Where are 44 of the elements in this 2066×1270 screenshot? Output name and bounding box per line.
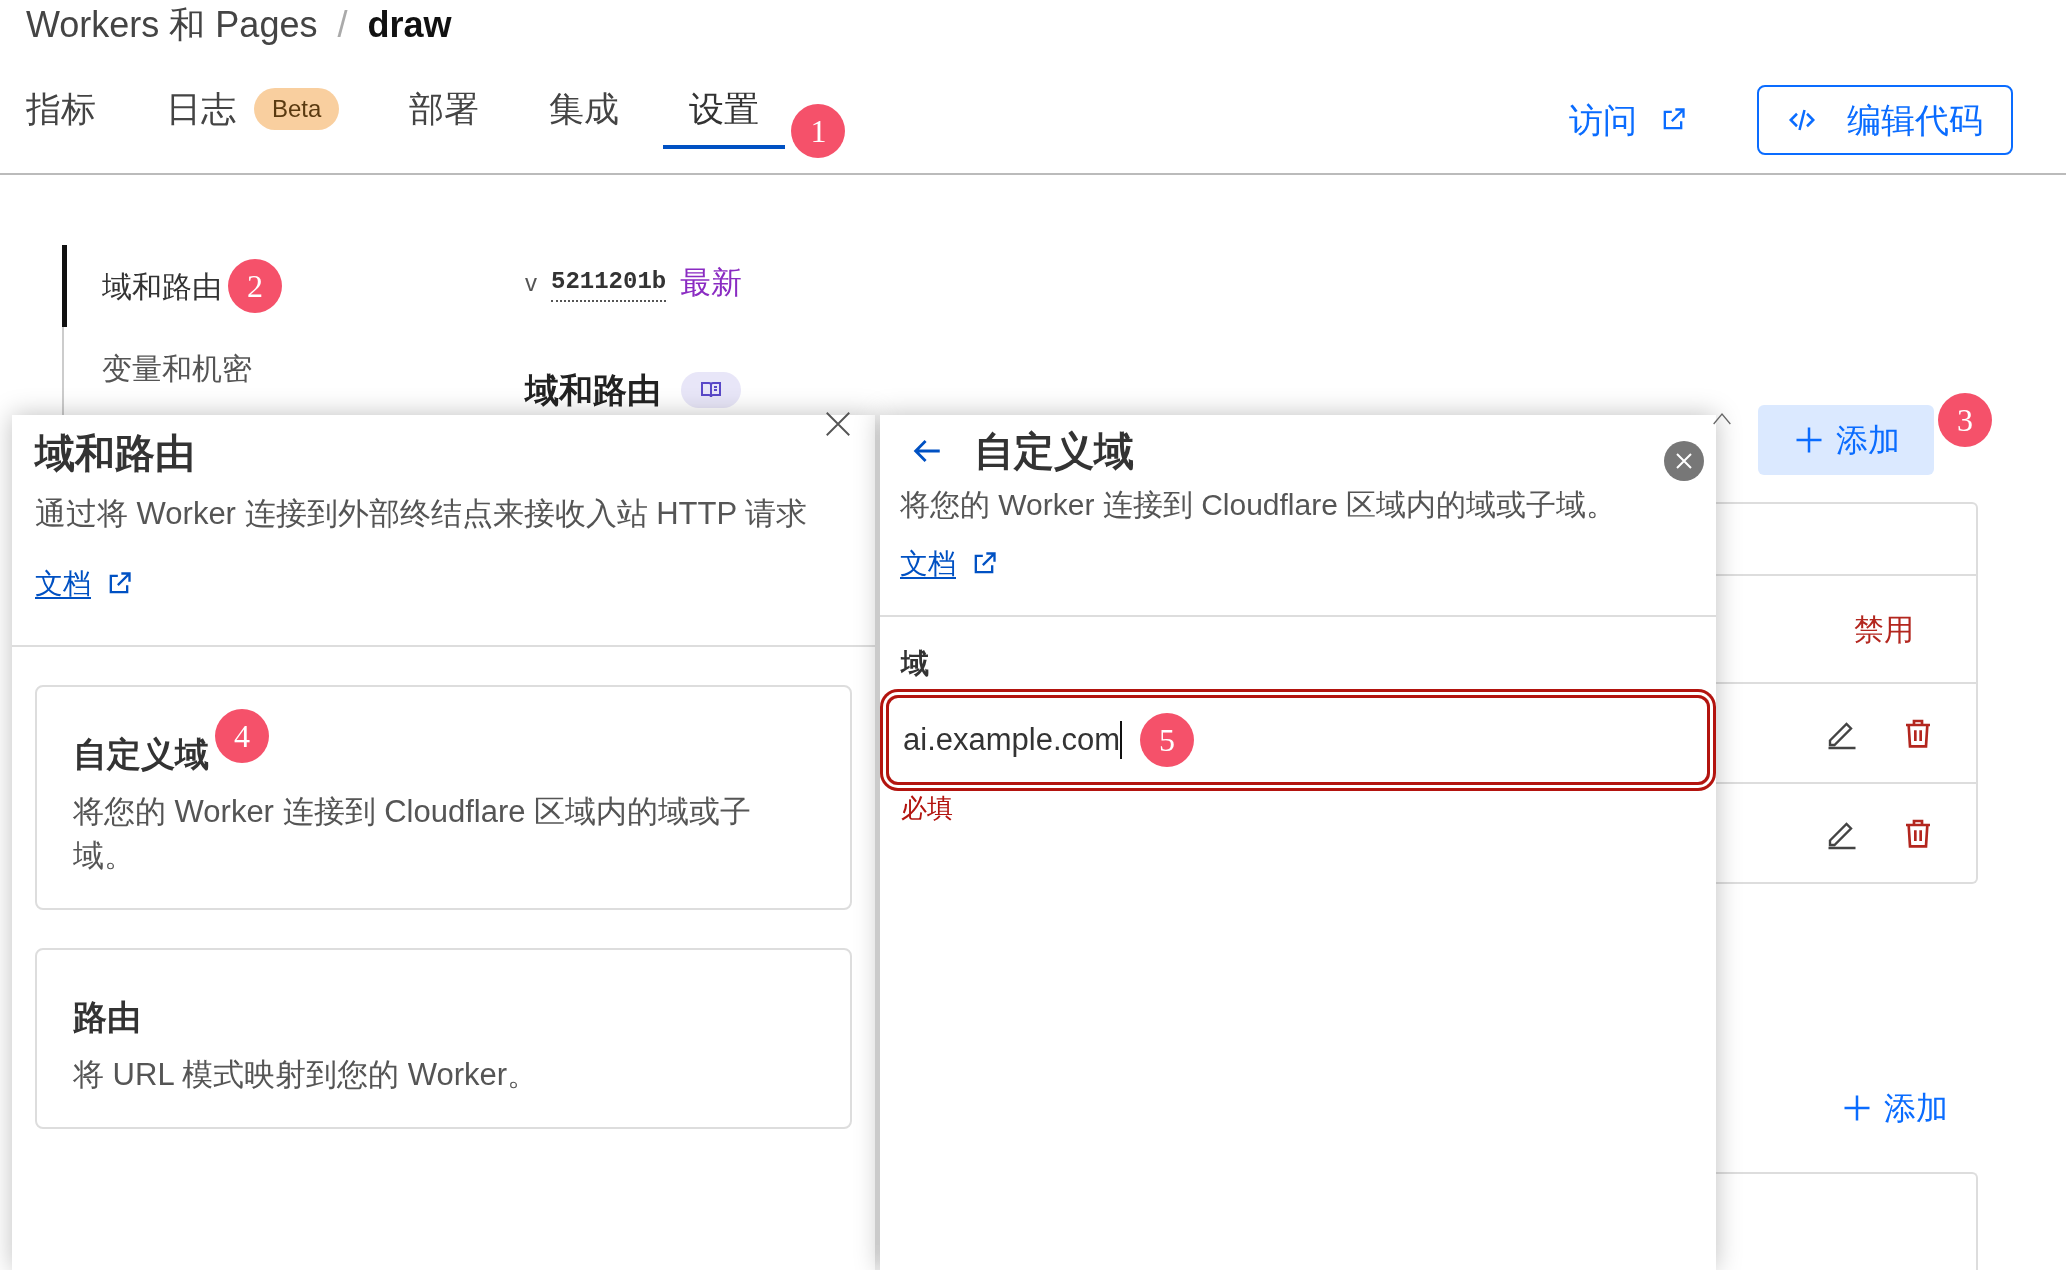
option-title: 自定义域 (73, 734, 209, 775)
version-id[interactable]: 5211201b (551, 264, 667, 303)
annotation-badge: 1 (791, 104, 846, 158)
docs-link[interactable]: 文档 (900, 543, 998, 585)
docs-link[interactable]: 文档 (35, 563, 133, 605)
close-icon[interactable] (823, 409, 853, 439)
section-title: 域和路由 (525, 369, 661, 411)
option-title: 路由 (73, 997, 141, 1038)
plus-icon (1794, 425, 1824, 455)
sidebar-item[interactable]: 域和路由 (62, 245, 222, 327)
tab[interactable]: 日志 Beta (140, 73, 366, 149)
option-description: 将您的 Worker 连接到 Cloudflare 区域内的域或子域。 (73, 793, 753, 875)
annotation-badge: 4 (215, 709, 269, 763)
option-card[interactable]: 自定义域 4 将您的 Worker 连接到 Cloudflare 区域内的域或子域。 (35, 685, 852, 910)
add-link[interactable]: 添加 (1842, 1084, 1948, 1132)
docs-badge[interactable] (681, 372, 741, 408)
tab[interactable]: 设置 (663, 73, 786, 149)
breadcrumb-current: draw (367, 3, 452, 47)
disabled-status: 禁用 (1854, 611, 1914, 648)
close-button[interactable] (1664, 441, 1704, 481)
annotation-badge: 3 (1938, 393, 1992, 447)
beta-badge: Beta (254, 88, 340, 130)
plus-icon (1842, 1093, 1872, 1123)
panel-description: 将您的 Worker 连接到 Cloudflare 区域内的域或子域。 (900, 487, 1618, 523)
field-label: 域 (901, 647, 930, 681)
panel-title: 域和路由 (35, 430, 195, 477)
latest-label: 最新 (680, 264, 743, 302)
tab[interactable]: 指标 (0, 73, 122, 149)
option-card[interactable]: 路由 将 URL 模式映射到您的 Worker。 (35, 948, 852, 1129)
error-message: 必填 (901, 792, 954, 825)
visit-link[interactable]: 访问 (1569, 94, 1687, 146)
panel-description: 通过将 Worker 连接到外部终结点来接收入站 HTTP 请求 (35, 495, 809, 533)
version-prefix: v (525, 268, 537, 299)
annotation-badge: 5 (1140, 713, 1195, 767)
annotation-badge: 2 (228, 259, 282, 313)
breadcrumb-separator: / (337, 3, 348, 47)
add-button[interactable]: 添加 (1758, 405, 1934, 475)
breadcrumb-parent[interactable]: Workers 和 Pages (26, 0, 318, 52)
tab[interactable]: 部署 (383, 73, 506, 149)
edit-code-button[interactable]: 编辑代码 (1757, 85, 2013, 155)
tab[interactable]: 集成 (523, 73, 646, 149)
panel-title: 自定义域 (974, 428, 1134, 475)
sidebar-item[interactable]: 变量和机密 (62, 327, 252, 409)
option-description: 将 URL 模式映射到您的 Worker。 (73, 1056, 540, 1094)
